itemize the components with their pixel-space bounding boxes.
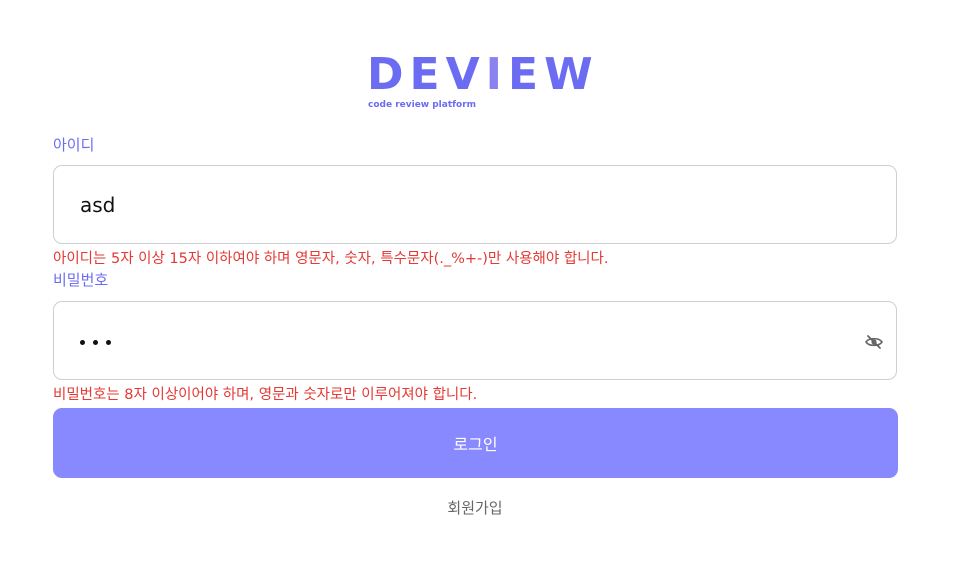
password-dot [80, 340, 85, 345]
login-button[interactable]: 로그인 [53, 408, 898, 478]
username-error: 아이디는 5자 이상 15자 이하여야 하며 영문자, 숫자, 특수문자(._%… [53, 251, 609, 267]
password-input[interactable] [53, 301, 897, 380]
username-value: asd [80, 193, 116, 217]
username-input[interactable]: asd [53, 165, 897, 244]
password-masked-value [80, 340, 111, 345]
password-error: 비밀번호는 8자 이상이어야 하며, 영문과 숫자로만 이루어져야 합니다. [53, 387, 478, 403]
password-dot [106, 340, 111, 345]
logo-word-prefix: DEV [367, 49, 486, 100]
logo-word-accent: I [485, 49, 509, 100]
eye-off-icon[interactable] [864, 334, 884, 350]
signup-link[interactable]: 회원가입 [0, 498, 950, 518]
username-label: 아이디 [53, 136, 95, 154]
password-dot [93, 340, 98, 345]
logo-tagline: code review platform [368, 100, 477, 110]
password-label: 비밀번호 [53, 271, 109, 289]
logo-word-suffix: EW [508, 49, 599, 100]
logo: DEVIEW code review platform [367, 52, 593, 116]
logo-wordmark: DEVIEW [367, 52, 599, 98]
